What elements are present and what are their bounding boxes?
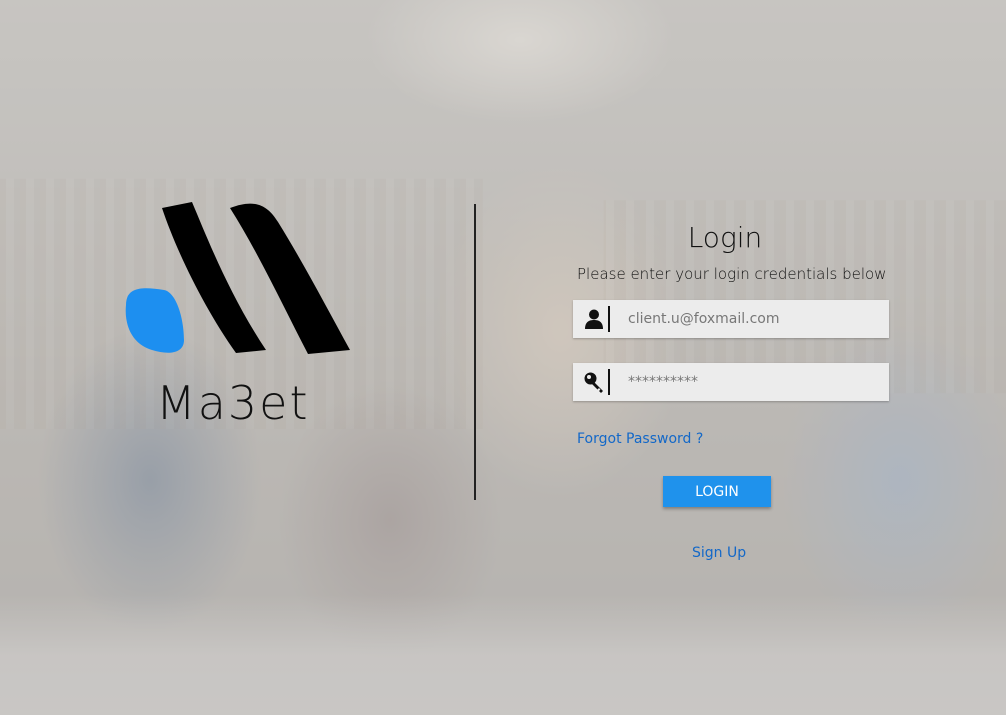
vertical-divider — [474, 204, 476, 500]
email-field[interactable] — [573, 300, 889, 338]
ma3et-logo-icon — [125, 202, 350, 354]
email-input[interactable] — [618, 300, 880, 338]
password-input[interactable] — [618, 363, 880, 401]
sign-up-link[interactable]: Sign Up — [692, 545, 746, 561]
login-screen: Ma3et Login Please enter your login cred… — [0, 0, 1006, 715]
login-button[interactable]: LOGIN — [663, 476, 771, 507]
field-separator — [608, 306, 610, 332]
password-field[interactable] — [573, 363, 889, 401]
user-icon — [585, 309, 603, 329]
forgot-password-link[interactable]: Forgot Password ? — [577, 431, 703, 447]
field-separator — [608, 369, 610, 395]
login-title: Login — [687, 221, 763, 254]
brand-logo: Ma3et — [118, 200, 358, 430]
key-icon — [584, 372, 603, 393]
brand-name: Ma3et — [156, 376, 310, 430]
login-subtitle: Please enter your login credentials belo… — [577, 265, 887, 283]
